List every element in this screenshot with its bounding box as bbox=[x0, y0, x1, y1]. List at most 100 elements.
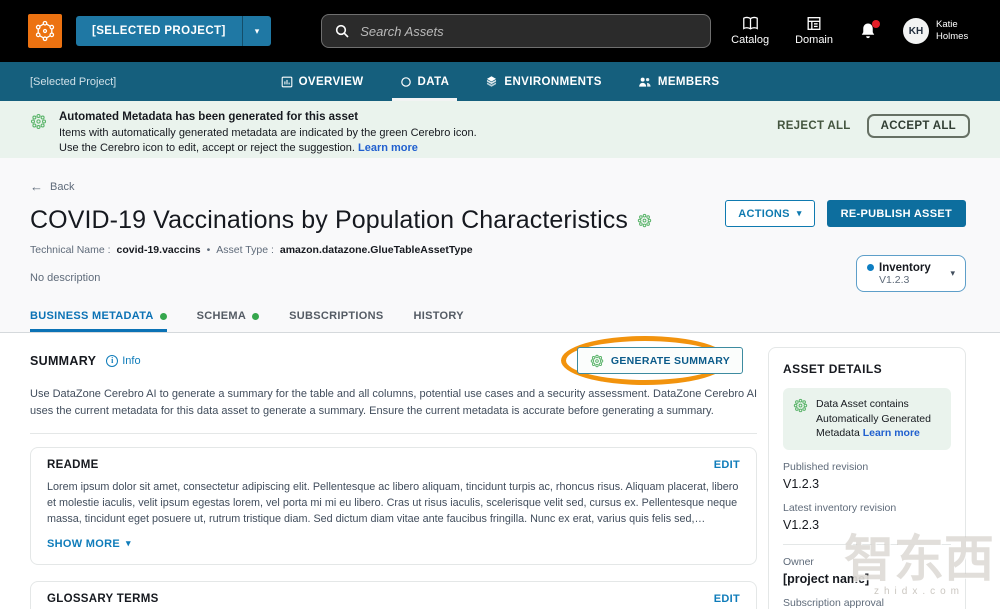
show-more-label: SHOW MORE bbox=[47, 538, 120, 550]
nav-item-overview[interactable]: OVERVIEW bbox=[281, 62, 364, 101]
nav-item-environments[interactable]: ENVIRONMENTS bbox=[485, 62, 601, 101]
inventory-version: V1.2.3 bbox=[879, 274, 950, 286]
inventory-caret-icon: ▾ bbox=[950, 268, 955, 279]
catalog-label: Catalog bbox=[731, 34, 769, 46]
readme-card: README EDIT Lorem ipsum dolor sit amet, … bbox=[30, 447, 757, 565]
nav-item-data[interactable]: DATA bbox=[400, 62, 450, 101]
generate-summary-button[interactable]: GENERATE SUMMARY bbox=[577, 347, 743, 374]
inventory-version-dropdown[interactable]: Inventory V1.2.3 ▾ bbox=[856, 255, 966, 292]
business-metadata-panel: SUMMARY i Info bbox=[0, 333, 1000, 609]
project-nav-bar: [Selected Project] OVERVIEW DATA bbox=[0, 62, 1000, 101]
overview-icon bbox=[281, 76, 293, 88]
back-link[interactable]: ← Back bbox=[30, 179, 74, 194]
members-label: MEMBERS bbox=[658, 76, 720, 88]
subscription-approval-label: Subscription approval bbox=[783, 597, 951, 609]
page-title: COVID-19 Vaccinations by Population Char… bbox=[30, 206, 628, 235]
asset-type-value: amazon.datazone.GlueTableAssetType bbox=[280, 244, 473, 256]
summary-info-label: Info bbox=[122, 355, 140, 367]
summary-divider bbox=[30, 433, 757, 434]
auto-metadata-notice: Data Asset contains Automatically Genera… bbox=[783, 388, 951, 450]
asset-details-heading: ASSET DETAILS bbox=[783, 362, 951, 376]
summary-description: Use DataZone Cerebro AI to generate a su… bbox=[30, 386, 757, 419]
glossary-heading: GLOSSARY TERMS bbox=[47, 593, 159, 605]
search-icon bbox=[334, 23, 350, 39]
banner-description: Items with automatically generated metad… bbox=[59, 126, 777, 156]
tab-history[interactable]: HISTORY bbox=[413, 310, 463, 332]
project-dropdown-caret[interactable]: ▾ bbox=[242, 16, 272, 46]
owner-label: Owner bbox=[783, 556, 951, 568]
latest-inventory-label: Latest inventory revision bbox=[783, 502, 951, 514]
asset-tabs: BUSINESS METADATA SCHEMA SUBSCRIPTIONS H… bbox=[30, 310, 464, 332]
republish-asset-button[interactable]: RE-PUBLISH ASSET bbox=[827, 200, 966, 227]
cerebro-icon bbox=[30, 113, 47, 130]
nav-item-members[interactable]: MEMBERS bbox=[638, 62, 720, 101]
banner-learn-more-link[interactable]: Learn more bbox=[358, 142, 418, 154]
glossary-edit-link[interactable]: EDIT bbox=[714, 593, 740, 605]
banner-line1: Items with automatically generated metad… bbox=[59, 127, 477, 139]
data-icon bbox=[400, 76, 412, 88]
asset-meta-row: Technical Name : covid-19.vaccins • Asse… bbox=[30, 244, 966, 256]
environments-label: ENVIRONMENTS bbox=[504, 76, 601, 88]
domain-nav-button[interactable]: Domain bbox=[795, 16, 833, 46]
published-revision-value: V1.2.3 bbox=[783, 477, 951, 491]
back-label: Back bbox=[50, 181, 74, 193]
summary-info-link[interactable]: i Info bbox=[106, 355, 140, 367]
catalog-book-icon bbox=[742, 16, 759, 31]
datazone-logo-icon[interactable] bbox=[28, 14, 62, 48]
banner-line2: Use the Cerebro icon to edit, accept or … bbox=[59, 142, 355, 154]
generate-summary-label: GENERATE SUMMARY bbox=[611, 355, 730, 367]
summary-section: SUMMARY i Info bbox=[30, 347, 757, 434]
details-learn-more-link[interactable]: Learn more bbox=[863, 427, 920, 439]
actions-button[interactable]: ACTIONS ▾ bbox=[725, 200, 814, 227]
reject-all-button[interactable]: REJECT ALL bbox=[777, 120, 851, 132]
owner-value: [project name] bbox=[783, 572, 951, 586]
data-label: DATA bbox=[418, 76, 450, 88]
cerebro-icon bbox=[793, 398, 808, 413]
asset-type-label: Asset Type : bbox=[216, 244, 274, 256]
banner-title: Automated Metadata has been generated fo… bbox=[59, 111, 777, 123]
technical-name-label: Technical Name : bbox=[30, 244, 111, 256]
details-divider bbox=[783, 544, 951, 545]
accept-all-button[interactable]: ACCEPT ALL bbox=[867, 114, 970, 138]
back-arrow-icon: ← bbox=[30, 179, 43, 194]
environments-layers-icon bbox=[485, 75, 498, 88]
generate-summary-cerebro-icon bbox=[590, 354, 604, 368]
readme-edit-link[interactable]: EDIT bbox=[714, 459, 740, 471]
selected-project-label: [SELECTED PROJECT] bbox=[76, 16, 242, 46]
title-cerebro-icon[interactable] bbox=[637, 213, 652, 228]
actions-caret-icon: ▾ bbox=[797, 208, 802, 219]
asset-description: No description bbox=[30, 272, 966, 284]
domain-label: Domain bbox=[795, 34, 833, 46]
automated-metadata-banner: Automated Metadata has been generated fo… bbox=[0, 101, 1000, 158]
inventory-status-dot bbox=[867, 264, 874, 271]
show-more-button[interactable]: SHOW MORE ▾ bbox=[47, 538, 131, 550]
latest-inventory-value: V1.2.3 bbox=[783, 518, 951, 532]
notifications-button[interactable] bbox=[859, 22, 877, 41]
catalog-nav-button[interactable]: Catalog bbox=[731, 16, 769, 46]
tab-subscriptions[interactable]: SUBSCRIPTIONS bbox=[289, 310, 383, 332]
readme-heading: README bbox=[47, 459, 99, 471]
technical-name-value: covid-19.vaccins bbox=[117, 244, 201, 256]
summary-heading: SUMMARY bbox=[30, 354, 96, 368]
tab-business-metadata[interactable]: BUSINESS METADATA bbox=[30, 310, 167, 332]
selected-project-button[interactable]: [SELECTED PROJECT] ▾ bbox=[76, 16, 271, 46]
asset-page-header: ← Back COVID-19 Vaccinations by Populati… bbox=[0, 158, 1000, 333]
tab-subscriptions-label: SUBSCRIPTIONS bbox=[289, 310, 383, 322]
overview-label: OVERVIEW bbox=[299, 76, 364, 88]
tab-history-label: HISTORY bbox=[413, 310, 463, 322]
asset-details-card: ASSET DETAILS Data Asset contains Automa… bbox=[768, 347, 966, 609]
readme-body: Lorem ipsum dolor sit amet, consectetur … bbox=[47, 479, 740, 528]
tab-schema[interactable]: SCHEMA bbox=[197, 310, 259, 332]
actions-label: ACTIONS bbox=[738, 208, 790, 220]
asset-search-box[interactable] bbox=[321, 14, 711, 48]
notification-badge bbox=[872, 20, 880, 28]
app-window: [SELECTED PROJECT] ▾ Catalog bbox=[0, 0, 1000, 609]
search-input[interactable] bbox=[360, 24, 698, 39]
domain-building-icon bbox=[806, 16, 822, 31]
schema-cerebro-dot bbox=[252, 313, 259, 320]
top-bar: [SELECTED PROJECT] ▾ Catalog bbox=[0, 0, 1000, 62]
tab-business-metadata-label: BUSINESS METADATA bbox=[30, 310, 154, 322]
avatar: KH bbox=[903, 18, 929, 44]
business-metadata-cerebro-dot bbox=[160, 313, 167, 320]
user-menu[interactable]: KH Katie Holmes bbox=[903, 18, 976, 44]
